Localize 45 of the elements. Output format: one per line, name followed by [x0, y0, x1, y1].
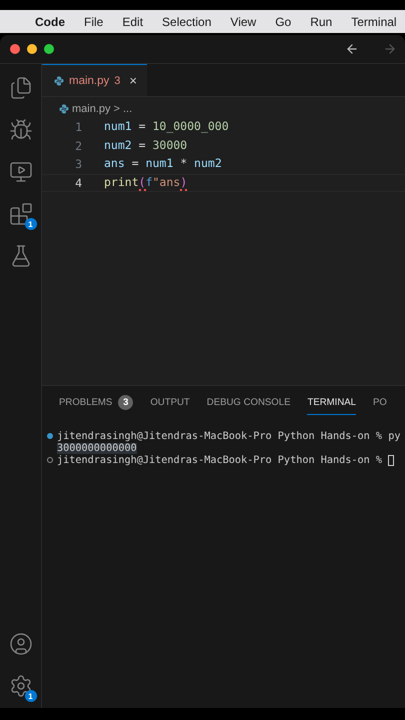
- breadcrumb-separator: >: [114, 103, 120, 115]
- bug-icon[interactable]: [8, 118, 32, 142]
- line-number: 1: [74, 120, 83, 134]
- terminal-prompt: jitendrasingh@Jitendras-MacBook-Pro Python Hands-on %: [57, 454, 384, 466]
- tab-label: main.py: [69, 74, 110, 86]
- panel-tab[interactable]: PO: [373, 394, 387, 415]
- breadcrumb-file[interactable]: main.py: [72, 103, 111, 115]
- close-window-button[interactable]: [10, 44, 20, 54]
- app-menu[interactable]: Code: [35, 14, 65, 28]
- editor-tab[interactable]: main.py 3 ×: [42, 64, 147, 96]
- monitor-icon[interactable]: [8, 160, 32, 184]
- code-line: num1 = 10_0000_000: [104, 119, 229, 136]
- menu-item[interactable]: View: [230, 14, 256, 28]
- minimize-button[interactable]: [27, 44, 37, 54]
- count-badge: 1: [24, 690, 36, 702]
- python-icon: [54, 76, 64, 86]
- zoom-button[interactable]: [44, 44, 54, 54]
- terminal-output: 3000000000000: [57, 442, 137, 454]
- line-number: 2: [74, 138, 83, 153]
- count-badge: 1: [24, 218, 36, 230]
- panel-tab[interactable]: PROBLEMS 3: [59, 394, 134, 415]
- count-badge: 3: [118, 395, 134, 410]
- back-icon[interactable]: [345, 42, 359, 56]
- menu-item[interactable]: Terminal: [351, 14, 397, 28]
- terminal-prompt: jitendrasingh@Jitendras-MacBook-Pro Python Hands-on % py: [57, 430, 400, 442]
- line-number: 3: [74, 157, 83, 172]
- menu-item[interactable]: Edit: [122, 14, 144, 28]
- menu-item[interactable]: Run: [310, 14, 332, 28]
- line-number: 4: [74, 176, 83, 190]
- panel-tab[interactable]: DEBUG CONSOLE: [206, 394, 290, 415]
- breadcrumb-more[interactable]: ...: [122, 103, 132, 115]
- files-icon[interactable]: [8, 76, 32, 100]
- panel-tab[interactable]: OUTPUT: [150, 394, 190, 415]
- menu-item[interactable]: Selection: [162, 14, 212, 28]
- close-icon[interactable]: ×: [129, 73, 137, 88]
- menu-item[interactable]: File: [84, 14, 104, 28]
- panel-tab[interactable]: TERMINAL: [307, 394, 356, 415]
- code-line: ans = num1 * num2: [104, 156, 222, 172]
- problem-count: 3: [114, 74, 120, 86]
- account-icon[interactable]: [8, 632, 32, 656]
- python-icon: [59, 104, 69, 114]
- code-line: print(f"ans): [104, 174, 188, 191]
- forward-icon[interactable]: [383, 42, 397, 56]
- code-line: num2 = 30000: [104, 138, 188, 154]
- menu-item[interactable]: Go: [275, 14, 292, 28]
